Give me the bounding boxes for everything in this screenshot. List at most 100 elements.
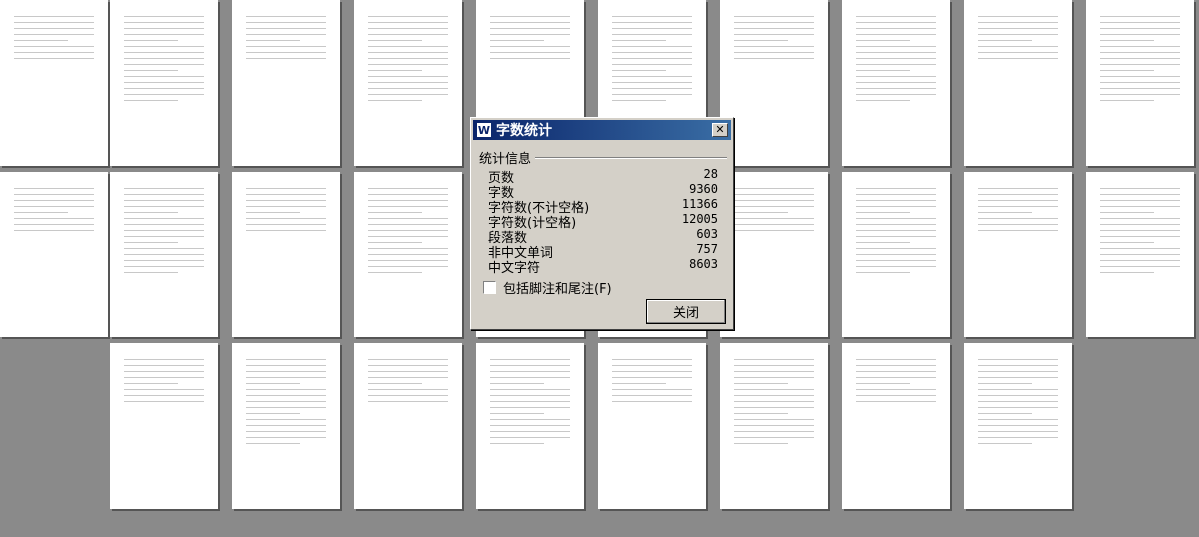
- text-line: [246, 58, 326, 59]
- text-line: [124, 88, 204, 89]
- text-line: [856, 188, 936, 189]
- text-line: [246, 359, 326, 360]
- text-line: [368, 100, 422, 101]
- group-divider: [535, 156, 727, 159]
- text-line: [368, 34, 448, 35]
- page-thumbnail[interactable]: [720, 343, 828, 509]
- text-line: [246, 395, 326, 396]
- page-thumbnail[interactable]: [0, 0, 108, 166]
- text-line: [978, 401, 1058, 402]
- text-line: [734, 365, 814, 366]
- page-thumbnail[interactable]: [0, 172, 108, 337]
- text-line: [368, 254, 448, 255]
- text-line: [612, 389, 692, 390]
- text-line: [246, 383, 300, 384]
- include-footnotes-checkbox[interactable]: 包括脚注和尾注(F): [483, 278, 612, 297]
- text-line: [856, 34, 936, 35]
- page-thumbnail[interactable]: [354, 172, 462, 337]
- text-line: [978, 437, 1058, 438]
- text-line: [368, 40, 422, 41]
- text-line: [734, 58, 814, 59]
- text-line: [14, 206, 94, 207]
- text-line: [246, 22, 326, 23]
- page-thumbnail[interactable]: [354, 0, 462, 166]
- text-line: [856, 383, 910, 384]
- text-line: [1100, 58, 1180, 59]
- text-line: [124, 46, 204, 47]
- text-line: [124, 58, 204, 59]
- page-thumbnail[interactable]: [842, 172, 950, 337]
- close-x-button[interactable]: ✕: [712, 123, 728, 137]
- text-line: [978, 40, 1032, 41]
- page-thumbnail[interactable]: [598, 343, 706, 509]
- page-thumbnail[interactable]: [1086, 172, 1194, 337]
- page-thumbnail[interactable]: [110, 343, 218, 509]
- page-thumbnail[interactable]: [1086, 0, 1194, 166]
- page-thumbnail[interactable]: [476, 343, 584, 509]
- page-thumbnail[interactable]: [964, 0, 1072, 166]
- text-line: [368, 206, 448, 207]
- text-line: [246, 407, 326, 408]
- text-line: [246, 401, 326, 402]
- text-line: [856, 242, 910, 243]
- page-thumbnail[interactable]: [110, 172, 218, 337]
- text-line: [612, 383, 666, 384]
- text-line: [612, 64, 692, 65]
- close-button[interactable]: 关闭: [646, 299, 726, 324]
- text-line: [368, 46, 448, 47]
- text-line: [612, 401, 692, 402]
- text-line: [978, 395, 1058, 396]
- stat-label: 中文字符: [488, 261, 541, 276]
- text-line: [1100, 82, 1180, 83]
- text-line: [1100, 266, 1180, 267]
- text-line: [124, 28, 204, 29]
- text-line: [490, 443, 544, 444]
- text-line: [14, 188, 94, 189]
- text-line: [612, 359, 692, 360]
- text-line: [978, 419, 1058, 420]
- text-line: [124, 94, 204, 95]
- text-line: [1100, 254, 1180, 255]
- page-thumbnail[interactable]: [842, 0, 950, 166]
- checkbox-box[interactable]: [483, 281, 496, 294]
- page-thumbnail[interactable]: [720, 172, 828, 337]
- text-line: [368, 82, 448, 83]
- text-line: [734, 200, 814, 201]
- text-line: [978, 200, 1058, 201]
- text-line: [856, 70, 910, 71]
- dialog-titlebar[interactable]: W 字数统计: [473, 120, 731, 140]
- text-line: [14, 28, 94, 29]
- text-line: [490, 377, 570, 378]
- page-thumbnail[interactable]: [354, 343, 462, 509]
- text-line: [978, 16, 1058, 17]
- text-line: [490, 58, 570, 59]
- page-thumbnail[interactable]: [842, 343, 950, 509]
- text-line: [978, 34, 1058, 35]
- page-thumbnail[interactable]: [720, 0, 828, 166]
- page-thumbnail[interactable]: [110, 0, 218, 166]
- text-line: [856, 200, 936, 201]
- text-line: [124, 188, 204, 189]
- text-line: [246, 188, 326, 189]
- text-line: [246, 230, 326, 231]
- text-line: [856, 260, 936, 261]
- page-thumbnail[interactable]: [232, 0, 340, 166]
- text-line: [856, 22, 936, 23]
- text-line: [1100, 64, 1180, 65]
- text-line: [246, 200, 326, 201]
- page-thumbnail[interactable]: [232, 172, 340, 337]
- page-thumbnail[interactable]: [964, 172, 1072, 337]
- page-thumbnail[interactable]: [964, 343, 1072, 509]
- text-line: [1100, 52, 1180, 53]
- page-thumbnail[interactable]: [232, 343, 340, 509]
- text-line: [124, 194, 204, 195]
- text-line: [368, 371, 448, 372]
- text-line: [978, 365, 1058, 366]
- text-line: [1100, 230, 1180, 231]
- text-line: [978, 407, 1058, 408]
- text-line: [1100, 76, 1180, 77]
- text-line: [490, 413, 544, 414]
- text-line: [734, 224, 814, 225]
- text-line: [856, 395, 936, 396]
- text-line: [856, 254, 936, 255]
